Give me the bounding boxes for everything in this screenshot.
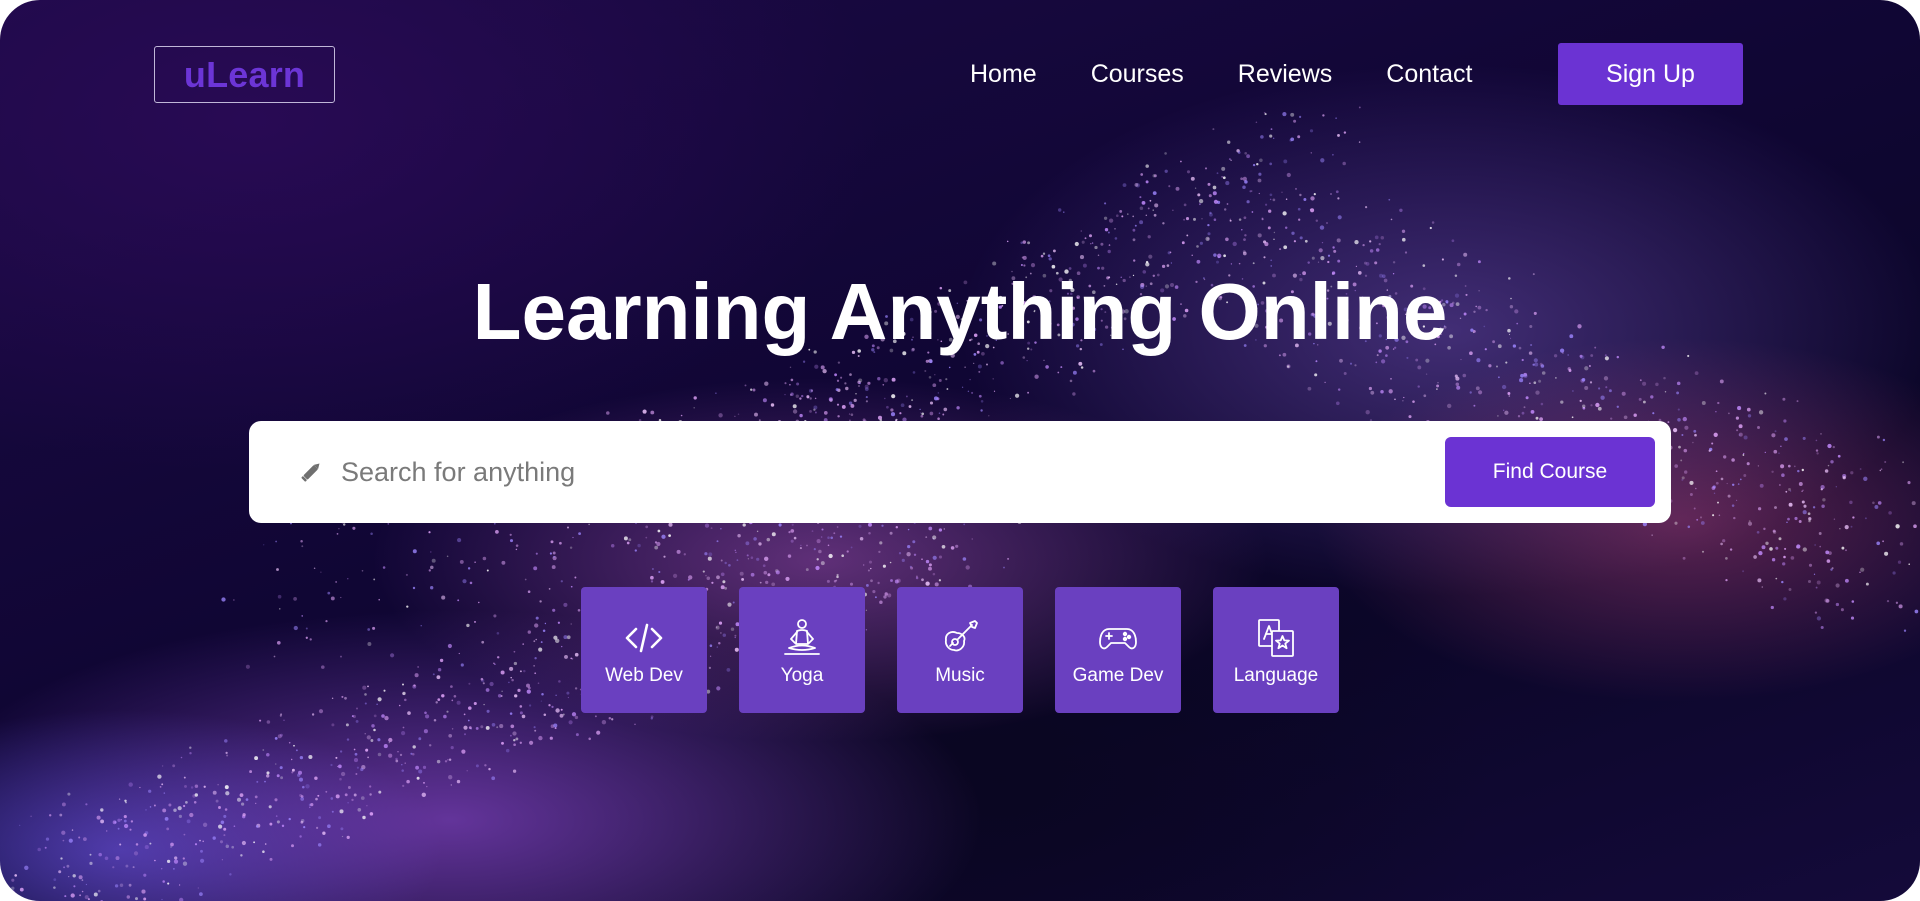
hero-section: uLearn Home Courses Reviews Contact Sign… (0, 0, 1920, 901)
category-language[interactable]: Language (1213, 587, 1339, 713)
category-label: Web Dev (605, 665, 683, 686)
category-label: Yoga (780, 665, 824, 686)
category-label: Music (935, 665, 985, 686)
brand-logo[interactable]: uLearn (154, 46, 335, 103)
page-title: Learning Anything Online (472, 267, 1448, 356)
category-list: Web Dev Yoga Music Game Dev Language (581, 587, 1339, 713)
find-course-button[interactable]: Find Course (1445, 437, 1655, 507)
category-game-dev[interactable]: Game Dev (1055, 587, 1181, 713)
brand-logo-text: uLearn (183, 53, 306, 95)
search-input[interactable] (339, 443, 1339, 501)
search-bar: Find Course (249, 421, 1671, 523)
pencil-icon (301, 463, 320, 482)
yoga-icon (784, 619, 820, 655)
category-web-dev[interactable]: Web Dev (581, 587, 707, 713)
category-label: Game Dev (1072, 665, 1164, 686)
nav-link-contact[interactable]: Contact (1386, 60, 1472, 89)
nav-link-reviews[interactable]: Reviews (1238, 60, 1332, 89)
sign-up-button[interactable]: Sign Up (1558, 43, 1743, 105)
category-yoga[interactable]: Yoga (739, 587, 865, 713)
category-music[interactable]: Music (897, 587, 1023, 713)
translate-icon (1258, 619, 1294, 657)
nav-link-courses[interactable]: Courses (1091, 60, 1184, 89)
category-label: Language (1233, 665, 1319, 686)
guitar-icon (944, 620, 978, 652)
nav-link-home[interactable]: Home (970, 60, 1037, 89)
main-nav: Home Courses Reviews Contact (970, 43, 1526, 105)
code-icon (625, 623, 663, 653)
gamepad-icon (1099, 628, 1137, 650)
